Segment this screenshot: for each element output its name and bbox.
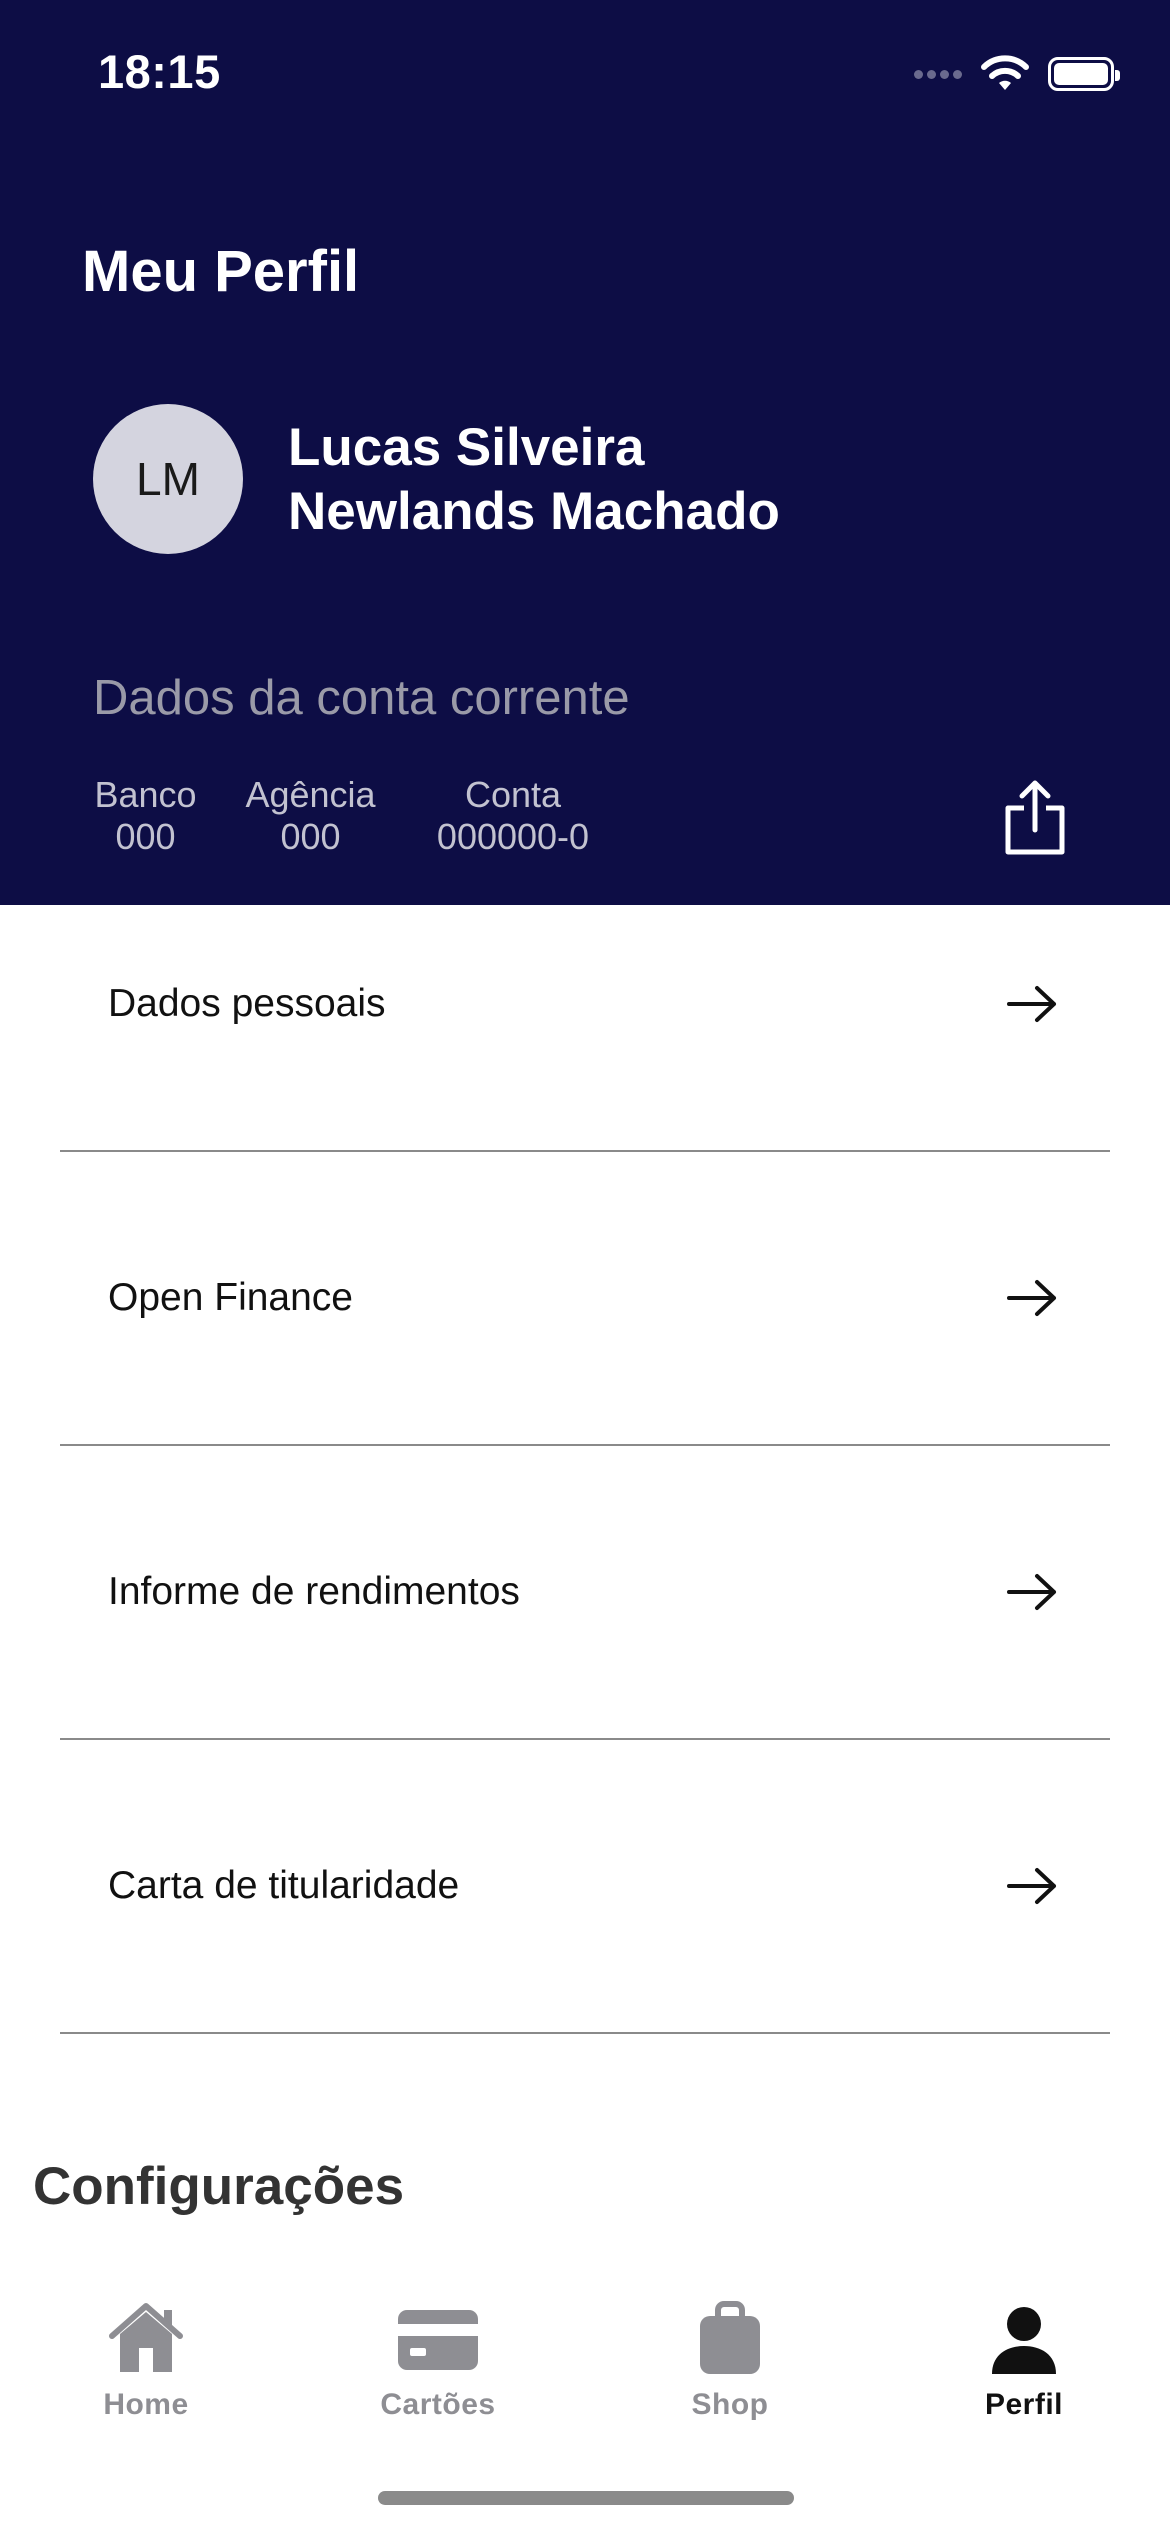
menu-item-carta-titularidade[interactable]: Carta de titularidade [60, 1740, 1110, 2034]
arrow-right-icon [1007, 986, 1056, 1022]
wifi-icon [981, 55, 1029, 90]
battery-icon [1048, 57, 1120, 91]
tab-shop[interactable]: Shop [630, 2270, 830, 2430]
person-icon [992, 2307, 1056, 2374]
agency-info: Agência 000 [243, 774, 378, 858]
avatar[interactable]: LM [93, 404, 243, 554]
profile-name: Lucas Silveira Newlands Machado [288, 416, 1088, 544]
page-title: Meu Perfil [82, 239, 360, 304]
bank-label: Banco [94, 774, 197, 815]
account-section-title: Dados da conta corrente [93, 671, 630, 725]
share-icon[interactable] [1000, 778, 1070, 856]
bank-value: 000 [115, 816, 176, 857]
account-info: Conta 000000-0 [418, 774, 608, 858]
tab-cartoes-label: Cartões [380, 2388, 496, 2421]
status-icons [914, 52, 1120, 96]
signal-icon [914, 69, 962, 79]
menu-item-label: Dados pessoais [108, 982, 386, 1025]
tab-home-label: Home [103, 2388, 189, 2421]
home-indicator [378, 2491, 794, 2505]
arrow-right-icon [1007, 1280, 1056, 1316]
agency-label: Agência [245, 774, 376, 815]
tab-shop-label: Shop [691, 2388, 769, 2421]
avatar-initials: LM [136, 453, 200, 505]
profile-name-line2: Newlands Machado [288, 482, 780, 541]
menu-item-label: Open Finance [108, 1276, 353, 1319]
menu-item-label: Carta de titularidade [108, 1864, 460, 1907]
arrow-right-icon [1007, 1574, 1056, 1610]
settings-section-title: Configurações [33, 2157, 405, 2216]
bank-info: Banco 000 [93, 774, 198, 858]
tab-perfil[interactable]: Perfil [924, 2270, 1124, 2430]
account-label: Conta [464, 774, 562, 815]
status-time: 18:15 [98, 45, 221, 98]
menu-item-label: Informe de rendimentos [108, 1570, 520, 1613]
arrow-right-icon [1007, 1868, 1056, 1904]
profile-header: 18:15 Meu Perfil LM Lucas Silveira Newla… [0, 0, 1170, 905]
tab-home[interactable]: Home [46, 2270, 246, 2430]
account-value: 000000-0 [436, 816, 590, 857]
agency-value: 000 [280, 816, 341, 857]
card-icon [398, 2310, 478, 2370]
home-icon [109, 2303, 183, 2372]
menu-item-informe-rendimentos[interactable]: Informe de rendimentos [60, 1446, 1110, 1740]
menu-item-dados-pessoais[interactable]: Dados pessoais [60, 858, 1110, 1152]
profile-name-line1: Lucas Silveira [288, 418, 645, 477]
tab-cartoes[interactable]: Cartões [338, 2270, 538, 2430]
menu-item-open-finance[interactable]: Open Finance [60, 1152, 1110, 1446]
bag-icon [700, 2301, 760, 2374]
tab-perfil-label: Perfil [984, 2388, 1064, 2421]
